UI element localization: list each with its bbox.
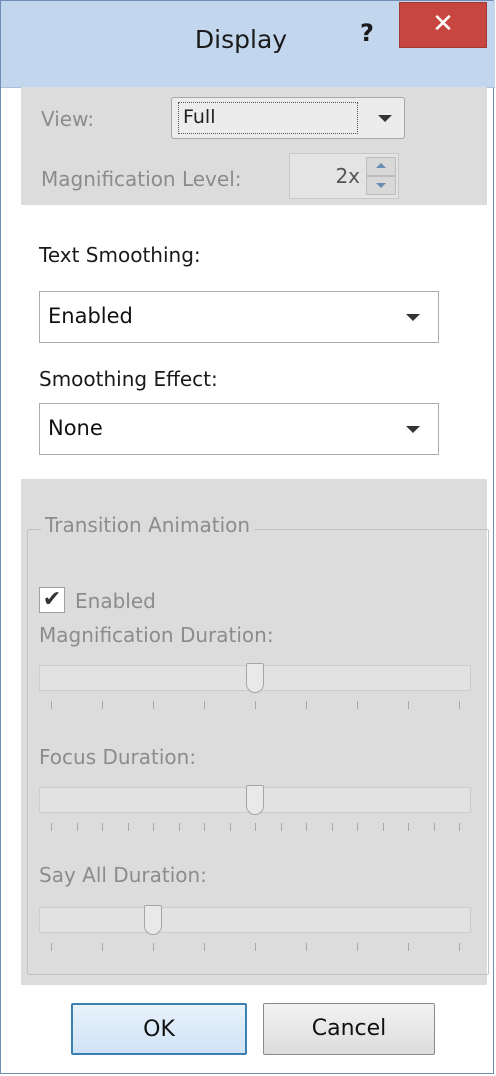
display-dialog: Display ? ✕ View: Full Magnification Lev… — [0, 0, 495, 1074]
slider-tick — [408, 943, 409, 951]
slider-tick — [357, 943, 358, 951]
smoothing-effect-label: Smoothing Effect: — [39, 367, 218, 391]
slider-tick — [433, 823, 435, 831]
slider-tick — [51, 943, 52, 951]
chevron-down-icon — [406, 426, 420, 433]
spin-down-button[interactable] — [366, 176, 396, 195]
slider-tick — [306, 943, 307, 951]
slider-tick — [255, 823, 256, 831]
magnification-value: 2x — [335, 164, 360, 188]
slider-tick — [408, 701, 409, 709]
enabled-label: Enabled — [75, 589, 156, 613]
arrow-up-icon — [376, 163, 386, 168]
slider-tick — [280, 823, 282, 831]
slider-tick — [459, 943, 460, 951]
arrow-down-icon — [376, 183, 386, 188]
enabled-checkbox[interactable]: ✔ — [39, 587, 65, 613]
focus-duration-thumb[interactable] — [246, 785, 264, 815]
slider-tick — [229, 823, 231, 831]
slider-tick — [204, 943, 205, 951]
help-button[interactable]: ? — [347, 15, 387, 51]
slider-tick — [331, 823, 333, 831]
slider-tick — [255, 701, 256, 709]
slider-tick — [306, 701, 307, 709]
slider-tick — [102, 823, 103, 831]
slider-tick — [204, 701, 205, 709]
focus-duration-label: Focus Duration: — [39, 745, 197, 769]
slider-tick — [153, 701, 154, 709]
magnification-spinner[interactable]: 2x — [289, 153, 399, 199]
chevron-down-icon — [406, 314, 420, 321]
slider-tick — [51, 701, 52, 709]
magnification-label: Magnification Level: — [41, 167, 242, 191]
slider-tick — [459, 701, 460, 709]
slider-tick — [382, 823, 384, 831]
magnification-duration-thumb[interactable] — [246, 663, 264, 693]
say-all-duration-thumb[interactable] — [144, 905, 162, 935]
window-title: Display — [194, 25, 288, 54]
checkmark-icon: ✔ — [42, 587, 62, 612]
view-combobox[interactable]: Full — [171, 97, 405, 139]
view-value: Full — [178, 102, 358, 134]
say-all-duration-label: Say All Duration: — [39, 863, 207, 887]
slider-tick — [51, 823, 52, 831]
slider-tick — [153, 823, 154, 831]
slider-tick — [357, 823, 358, 831]
slider-tick — [127, 823, 129, 831]
slider-tick — [306, 823, 307, 831]
slider-tick — [459, 823, 460, 831]
text-smoothing-value: Enabled — [48, 304, 133, 328]
ok-button[interactable]: OK — [71, 1003, 247, 1055]
close-button[interactable]: ✕ — [399, 2, 487, 48]
view-label: View: — [41, 107, 95, 131]
slider-tick — [102, 943, 103, 951]
title-bar: Display ? ✕ — [1, 1, 495, 88]
slider-tick — [76, 823, 78, 831]
text-smoothing-label: Text Smoothing: — [39, 243, 201, 267]
smoothing-effect-dropdown[interactable]: None — [39, 403, 439, 455]
smoothing-effect-value: None — [48, 416, 103, 440]
slider-tick — [204, 823, 205, 831]
slider-tick — [408, 823, 409, 831]
slider-tick — [255, 943, 256, 951]
slider-tick — [178, 823, 180, 831]
slider-tick — [102, 701, 103, 709]
magnification-duration-label: Magnification Duration: — [39, 623, 274, 647]
spin-up-button[interactable] — [366, 157, 396, 176]
slider-tick — [357, 701, 358, 709]
cancel-button[interactable]: Cancel — [263, 1003, 435, 1055]
chevron-down-icon — [378, 115, 392, 122]
slider-tick — [153, 943, 154, 951]
text-smoothing-dropdown[interactable]: Enabled — [39, 291, 439, 343]
transition-group-title: Transition Animation — [41, 513, 255, 537]
say-all-duration-track[interactable] — [39, 907, 471, 933]
